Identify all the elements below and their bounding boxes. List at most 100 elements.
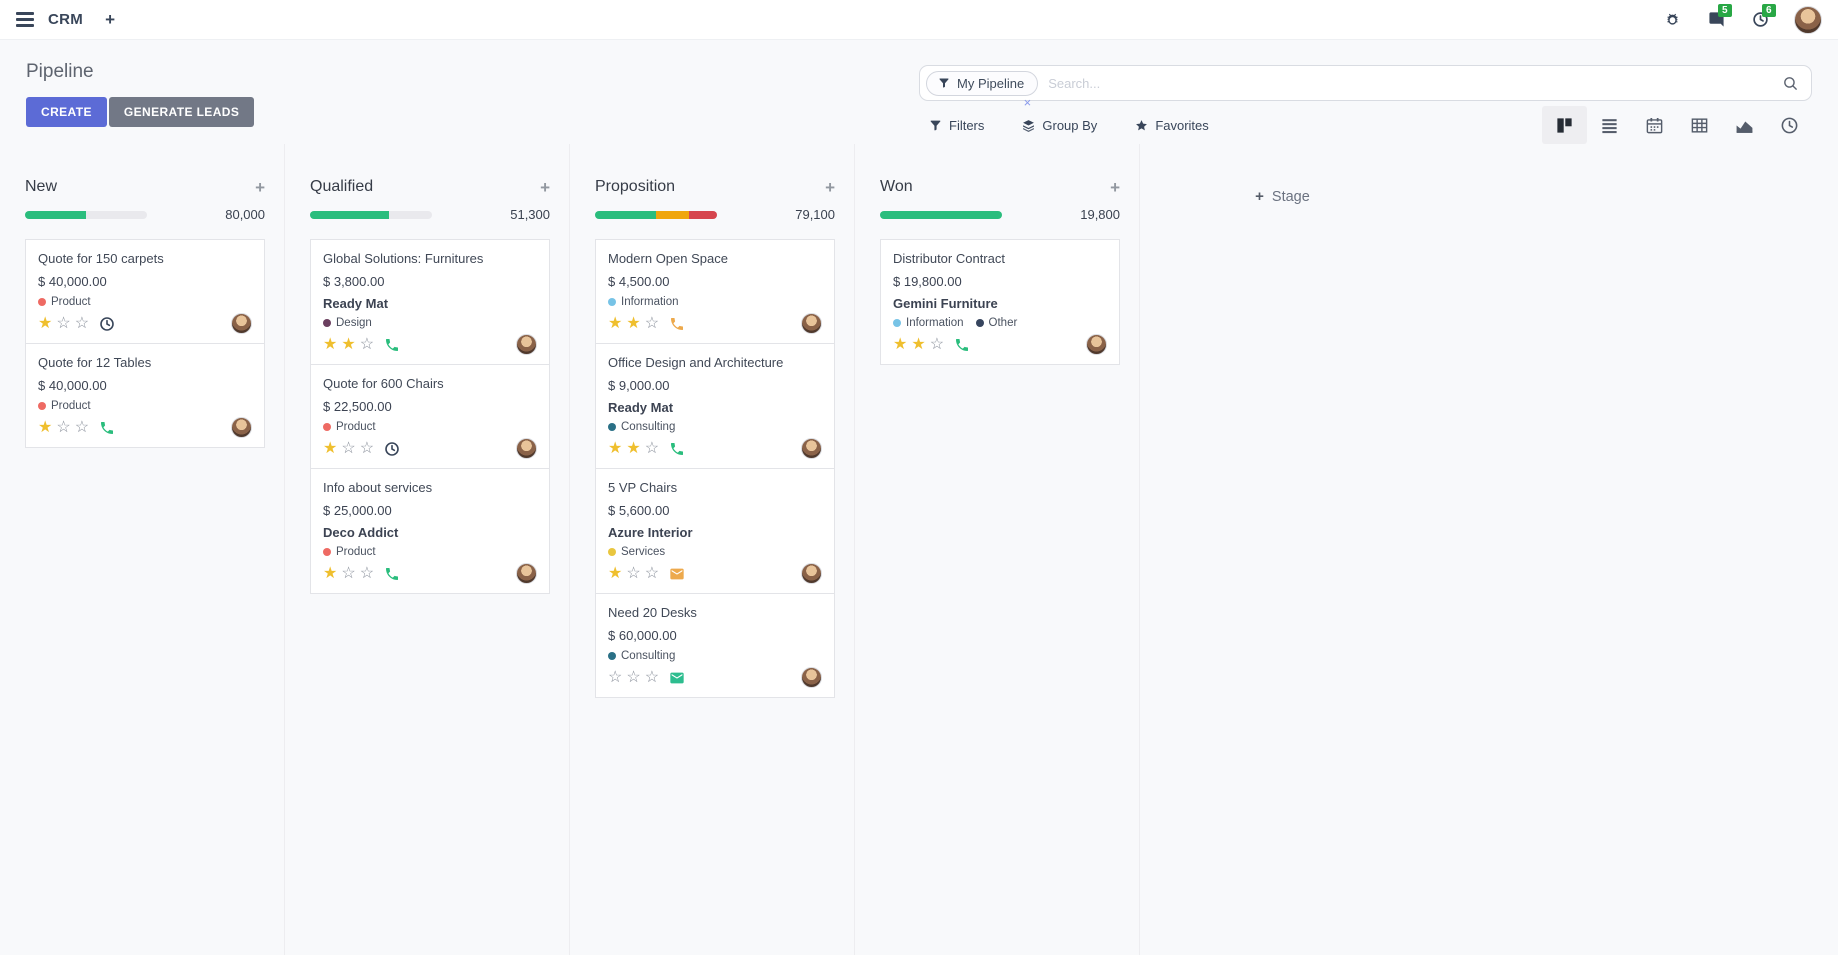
priority-star-icon[interactable]: ☆ bbox=[645, 440, 659, 457]
facet-remove-icon[interactable]: × bbox=[1024, 95, 1032, 110]
envelope-icon[interactable] bbox=[669, 670, 685, 686]
add-stage-button[interactable]: + Stage bbox=[1255, 188, 1310, 205]
salesperson-avatar[interactable] bbox=[1086, 334, 1107, 355]
filters-menu[interactable]: Filters bbox=[929, 118, 984, 133]
priority-star-icon[interactable]: ★ bbox=[626, 315, 640, 332]
opportunity-card[interactable]: Quote for 600 Chairs $ 22,500.00 Product… bbox=[310, 364, 550, 469]
search-icon[interactable] bbox=[1782, 75, 1799, 92]
quick-create-icon[interactable]: + bbox=[825, 179, 835, 196]
priority-star-icon[interactable]: ☆ bbox=[341, 565, 355, 582]
priority-star-icon[interactable]: ★ bbox=[626, 440, 640, 457]
opportunity-card[interactable]: Office Design and Architecture $ 9,000.0… bbox=[595, 343, 835, 469]
opportunity-card[interactable]: Need 20 Desks $ 60,000.00 Consulting ☆☆☆ bbox=[595, 593, 835, 698]
priority-star-icon[interactable]: ★ bbox=[38, 315, 52, 332]
phone-icon[interactable] bbox=[669, 441, 685, 457]
column-progressbar[interactable] bbox=[25, 211, 147, 219]
group-by-menu[interactable]: Group By bbox=[1022, 118, 1097, 133]
clock-icon[interactable] bbox=[384, 441, 400, 457]
salesperson-avatar[interactable] bbox=[801, 563, 822, 584]
priority-star-icon[interactable]: ☆ bbox=[608, 669, 622, 686]
card-tags: Information bbox=[608, 296, 822, 308]
phone-icon[interactable] bbox=[669, 316, 685, 332]
messages-icon[interactable]: 5 bbox=[1706, 10, 1726, 30]
phone-icon[interactable] bbox=[99, 420, 115, 436]
search-bar[interactable]: My Pipeline × bbox=[919, 65, 1812, 101]
column-total: 79,100 bbox=[795, 207, 835, 222]
priority-star-icon[interactable]: ★ bbox=[323, 565, 337, 582]
opportunity-card[interactable]: Info about services $ 25,000.00 Deco Add… bbox=[310, 468, 550, 594]
priority-star-icon[interactable]: ☆ bbox=[75, 419, 89, 436]
column-progressbar[interactable] bbox=[310, 211, 432, 219]
progress-segment[interactable] bbox=[25, 211, 86, 219]
kanban-view-icon[interactable] bbox=[1542, 106, 1587, 144]
opportunity-card[interactable]: Quote for 12 Tables $ 40,000.00 Product … bbox=[25, 343, 265, 448]
clock-icon[interactable] bbox=[99, 316, 115, 332]
user-avatar[interactable] bbox=[1794, 6, 1822, 34]
priority-star-icon[interactable]: ☆ bbox=[626, 565, 640, 582]
priority-star-icon[interactable]: ★ bbox=[323, 336, 337, 353]
priority-star-icon[interactable]: ☆ bbox=[56, 419, 70, 436]
salesperson-avatar[interactable] bbox=[801, 438, 822, 459]
opportunity-card[interactable]: Global Solutions: Furnitures $ 3,800.00 … bbox=[310, 239, 550, 365]
progress-segment[interactable] bbox=[689, 211, 717, 219]
app-name[interactable]: CRM bbox=[48, 11, 83, 28]
phone-icon[interactable] bbox=[954, 337, 970, 353]
salesperson-avatar[interactable] bbox=[231, 417, 252, 438]
priority-star-icon[interactable]: ☆ bbox=[645, 565, 659, 582]
priority-star-icon[interactable]: ★ bbox=[608, 315, 622, 332]
priority-star-icon[interactable]: ☆ bbox=[341, 440, 355, 457]
priority-star-icon[interactable]: ☆ bbox=[645, 669, 659, 686]
add-tab-icon[interactable]: + bbox=[105, 10, 115, 30]
priority-star-icon[interactable]: ★ bbox=[608, 565, 622, 582]
column-progressbar[interactable] bbox=[595, 211, 717, 219]
quick-create-icon[interactable]: + bbox=[1110, 179, 1120, 196]
salesperson-avatar[interactable] bbox=[516, 563, 537, 584]
priority-star-icon[interactable]: ★ bbox=[341, 336, 355, 353]
priority-star-icon[interactable]: ★ bbox=[911, 336, 925, 353]
priority-star-icon[interactable]: ★ bbox=[323, 440, 337, 457]
search-facet[interactable]: My Pipeline × bbox=[926, 71, 1038, 96]
create-button[interactable]: CREATE bbox=[26, 97, 107, 127]
opportunity-card[interactable]: Modern Open Space $ 4,500.00 Information… bbox=[595, 239, 835, 344]
search-input[interactable] bbox=[1048, 76, 1782, 91]
salesperson-avatar[interactable] bbox=[801, 313, 822, 334]
opportunity-card[interactable]: Distributor Contract $ 19,800.00 Gemini … bbox=[880, 239, 1120, 365]
priority-star-icon[interactable]: ★ bbox=[38, 419, 52, 436]
debug-bug-icon[interactable] bbox=[1662, 10, 1682, 30]
phone-icon[interactable] bbox=[384, 337, 400, 353]
calendar-view-icon[interactable] bbox=[1632, 106, 1677, 144]
salesperson-avatar[interactable] bbox=[516, 438, 537, 459]
quick-create-icon[interactable]: + bbox=[540, 179, 550, 196]
priority-star-icon[interactable]: ☆ bbox=[360, 565, 374, 582]
progress-segment[interactable] bbox=[880, 211, 1002, 219]
favorites-menu[interactable]: Favorites bbox=[1135, 118, 1208, 133]
salesperson-avatar[interactable] bbox=[516, 334, 537, 355]
progress-segment[interactable] bbox=[656, 211, 689, 219]
opportunity-card[interactable]: Quote for 150 carpets $ 40,000.00 Produc… bbox=[25, 239, 265, 344]
column-progressbar[interactable] bbox=[880, 211, 1002, 219]
activity-view-icon[interactable] bbox=[1767, 106, 1812, 144]
priority-star-icon[interactable]: ☆ bbox=[626, 669, 640, 686]
progress-segment[interactable] bbox=[595, 211, 656, 219]
envelope-icon[interactable] bbox=[669, 566, 685, 582]
phone-icon[interactable] bbox=[384, 566, 400, 582]
priority-star-icon[interactable]: ☆ bbox=[360, 336, 374, 353]
quick-create-icon[interactable]: + bbox=[255, 179, 265, 196]
priority-star-icon[interactable]: ☆ bbox=[360, 440, 374, 457]
graph-view-icon[interactable] bbox=[1722, 106, 1767, 144]
priority-star-icon[interactable]: ☆ bbox=[56, 315, 70, 332]
priority-star-icon[interactable]: ★ bbox=[893, 336, 907, 353]
list-view-icon[interactable] bbox=[1587, 106, 1632, 144]
priority-star-icon[interactable]: ☆ bbox=[645, 315, 659, 332]
priority-star-icon[interactable]: ★ bbox=[608, 440, 622, 457]
apps-menu-icon[interactable] bbox=[16, 12, 34, 27]
generate-leads-button[interactable]: GENERATE LEADS bbox=[109, 97, 254, 127]
priority-star-icon[interactable]: ☆ bbox=[75, 315, 89, 332]
activities-clock-icon[interactable]: 6 bbox=[1750, 10, 1770, 30]
salesperson-avatar[interactable] bbox=[801, 667, 822, 688]
opportunity-card[interactable]: 5 VP Chairs $ 5,600.00 Azure Interior Se… bbox=[595, 468, 835, 594]
salesperson-avatar[interactable] bbox=[231, 313, 252, 334]
progress-segment[interactable] bbox=[310, 211, 389, 219]
priority-star-icon[interactable]: ☆ bbox=[930, 336, 944, 353]
pivot-view-icon[interactable] bbox=[1677, 106, 1722, 144]
